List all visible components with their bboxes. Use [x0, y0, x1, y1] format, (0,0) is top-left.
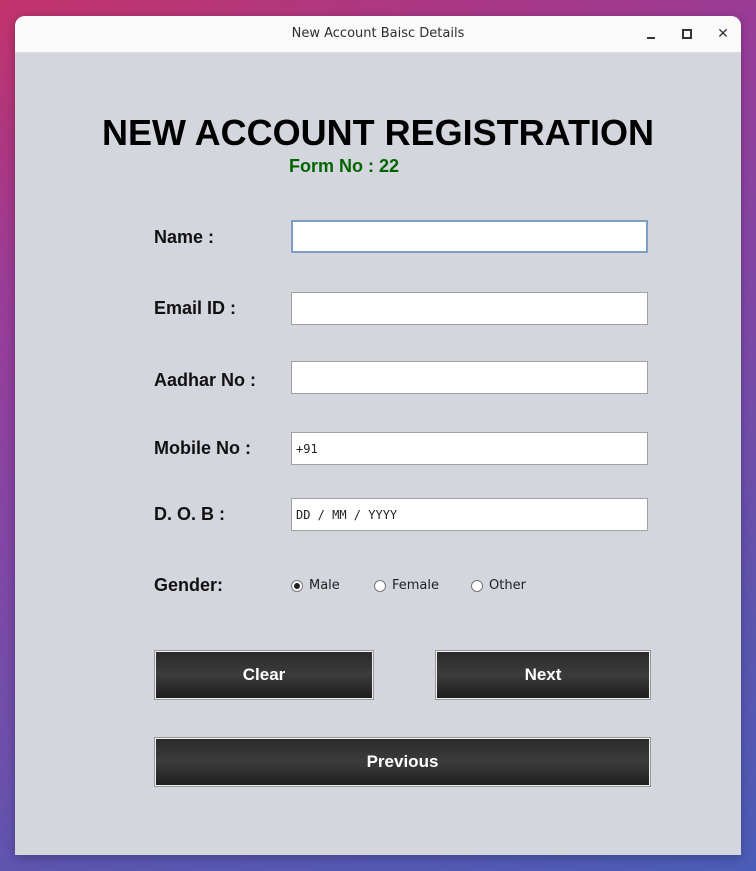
previous-button[interactable]: Previous	[154, 737, 651, 787]
page-title: NEW ACCOUNT REGISTRATION	[102, 112, 654, 153]
maximize-button[interactable]	[676, 23, 698, 45]
form-number: Form No : 22	[289, 156, 400, 176]
radio-unchecked-icon	[374, 579, 386, 592]
maximize-icon	[682, 29, 692, 39]
gender-radio-other[interactable]: Other	[471, 578, 526, 593]
next-button[interactable]: Next	[435, 650, 651, 700]
gender-radio-female[interactable]: Female	[374, 578, 439, 593]
dob-field[interactable]	[291, 498, 648, 531]
close-icon: ✕	[717, 26, 729, 42]
email-field[interactable]	[291, 292, 648, 325]
mobile-field[interactable]	[291, 432, 648, 465]
gender-radio-male[interactable]: Male	[291, 578, 340, 593]
radio-checked-icon	[291, 579, 303, 592]
gender-option-label: Other	[489, 578, 526, 593]
gender-option-label: Female	[392, 578, 440, 593]
close-button[interactable]: ✕	[712, 23, 734, 45]
dob-label: D. O. B :	[154, 504, 225, 524]
email-label: Email ID :	[154, 298, 237, 318]
aadhar-field[interactable]	[291, 361, 648, 394]
gender-option-label: Male	[309, 578, 340, 593]
gender-label: Gender:	[154, 575, 224, 595]
minimize-icon	[647, 36, 655, 39]
window-title: New Account Baisc Details	[291, 26, 465, 41]
app-window: New Account Baisc Details ✕ NEW ACCOUNT …	[15, 16, 741, 855]
mobile-label: Mobile No :	[154, 438, 251, 458]
aadhar-label: Aadhar No :	[154, 370, 257, 390]
title-bar[interactable]: New Account Baisc Details ✕	[15, 16, 741, 53]
clear-button[interactable]: Clear	[154, 650, 374, 700]
name-field[interactable]	[291, 220, 648, 253]
name-label: Name :	[154, 227, 215, 247]
minimize-button[interactable]	[640, 23, 662, 45]
radio-unchecked-icon	[471, 579, 483, 592]
